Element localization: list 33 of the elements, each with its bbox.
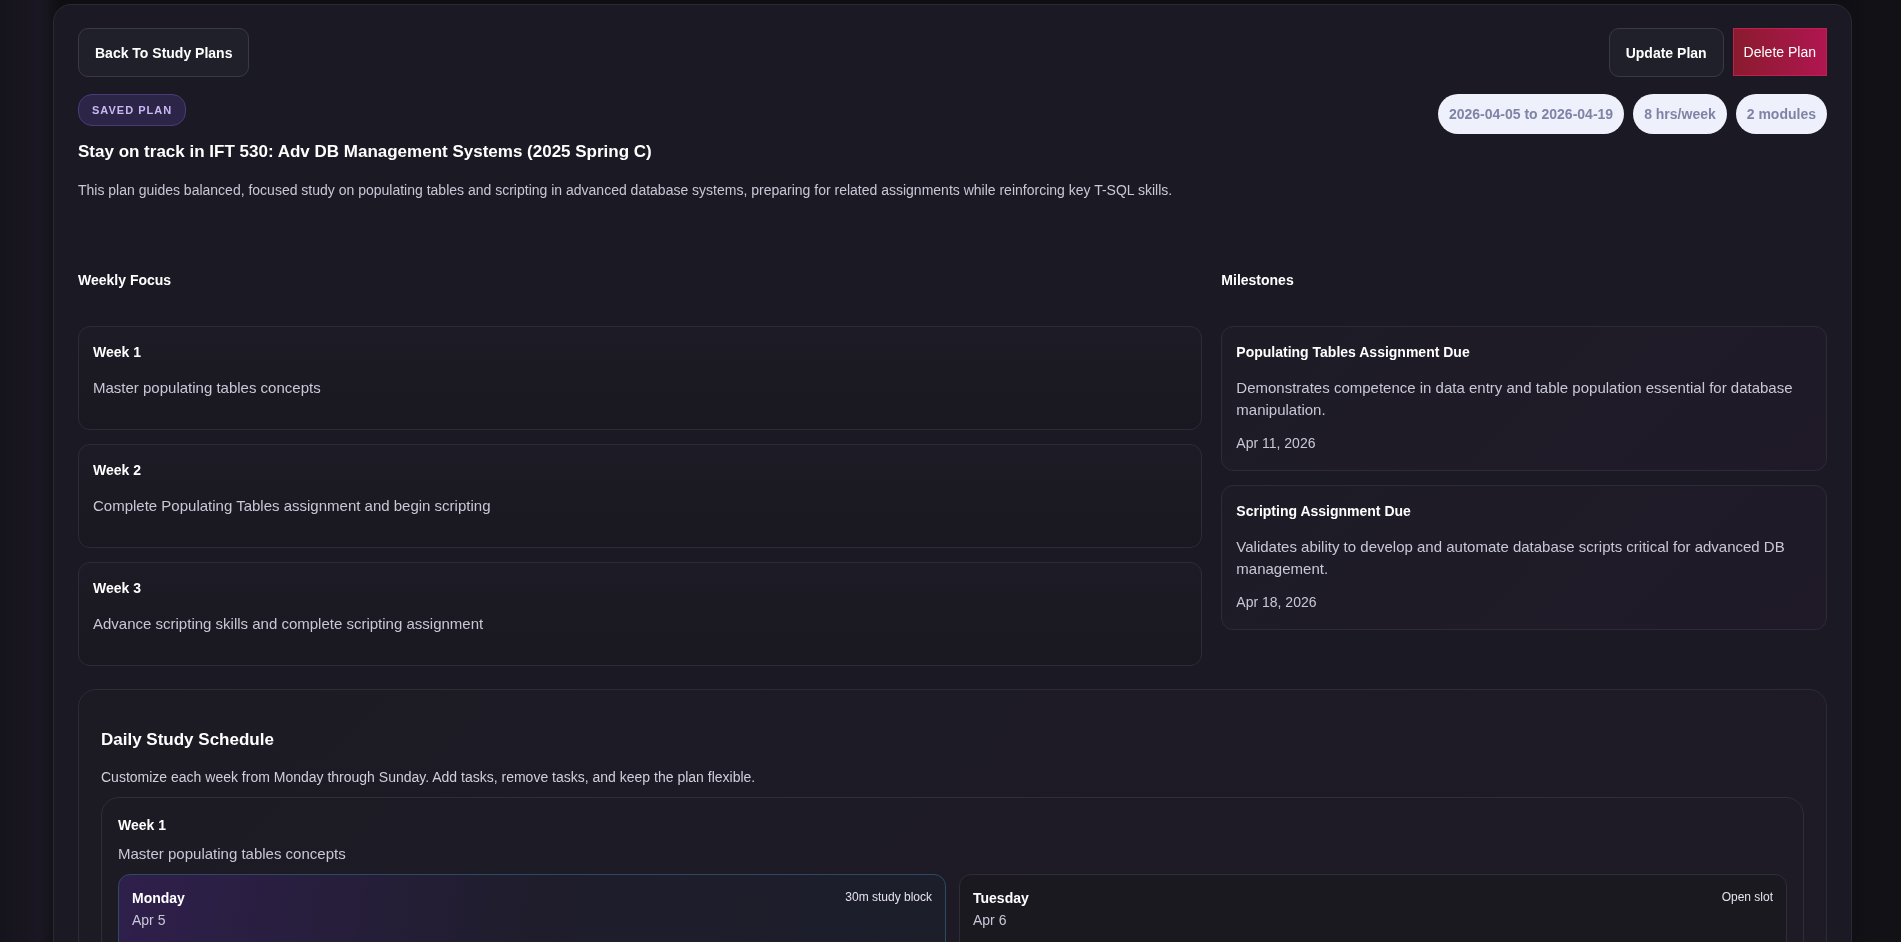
day-date: Apr 5 (132, 912, 167, 928)
plan-description: This plan guides balanced, focused study on populating tables and scripting in advanced database systems, preparing for related assignments while reinforcing key T-SQL skills. (78, 182, 1173, 198)
milestone-date: Apr 11, 2026 (1236, 435, 1317, 451)
week-title: Week 1 (118, 817, 167, 833)
week-focus-text: Advance scripting skills and complete scripting assignment (93, 614, 485, 634)
info-chip: 8 hrs/week (1633, 94, 1727, 134)
milestone-title: Scripting Assignment Due (1236, 503, 1412, 519)
week-title: Week 1 (93, 344, 142, 360)
week-focus-text: Master populating tables concepts (93, 378, 322, 398)
update-plan-button[interactable]: Update Plan (1608, 28, 1724, 77)
week-title: Week 2 (93, 462, 142, 478)
schedule-subtitle: Customize each week from Monday through Sunday. Add tasks, remove tasks, and keep the plan flexible. (101, 769, 757, 785)
milestone-description: Validates ability to develop and automate database scripts critical for advanced DB management. (1236, 537, 1786, 579)
day-status: Open slot (1721, 890, 1773, 906)
info-chip: 2 modules (1735, 94, 1827, 134)
section-heading: Milestones (1221, 272, 1295, 288)
delete-plan-button[interactable]: Delete Plan (1732, 28, 1827, 76)
day-name: Monday (132, 890, 185, 906)
milestone-date: Apr 18, 2026 (1236, 594, 1318, 610)
day-date: Apr 6 (973, 912, 1008, 928)
week-focus-text: Complete Populating Tables assignment and begin scripting (93, 496, 492, 516)
saved-plan-badge: SAVED PLAN (78, 94, 187, 126)
info-chip: 2026-04-05 to 2026-04-19 (1437, 94, 1625, 134)
week-focus-text: Master populating tables concepts (118, 845, 347, 862)
milestone-description: Demonstrates competence in data entry and table population essential for database manipulation. (1236, 378, 1794, 420)
day-name: Tuesday (973, 890, 1029, 906)
section-heading: Weekly Focus (78, 272, 173, 288)
plan-title: Stay on track in IFT 530: Adv DB Management Systems (2025 Spring C) (78, 142, 652, 162)
week-title: Week 3 (93, 580, 142, 596)
milestone-title: Populating Tables Assignment Due (1236, 344, 1471, 360)
back-button[interactable]: Back To Study Plans (78, 28, 250, 77)
schedule-title: Daily Study Schedule (101, 730, 275, 750)
day-status: 30m study block (845, 890, 932, 906)
